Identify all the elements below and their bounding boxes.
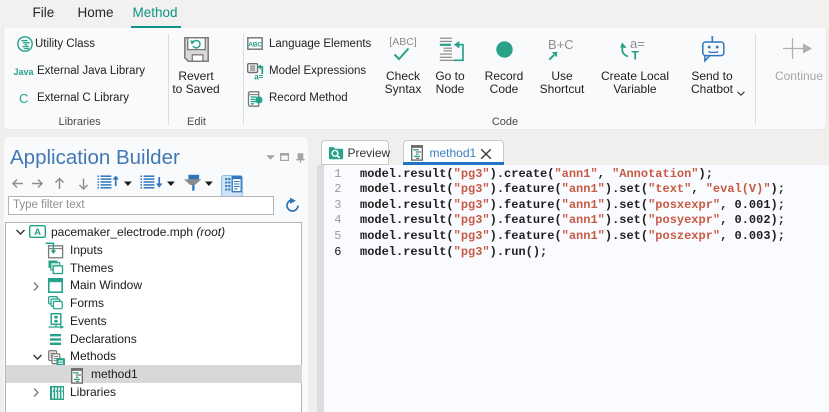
svg-text:T: T [632, 49, 640, 63]
svg-text:ABC: ABC [248, 41, 262, 48]
svg-text:a=: a= [254, 72, 263, 81]
svg-text:A: A [34, 227, 41, 238]
